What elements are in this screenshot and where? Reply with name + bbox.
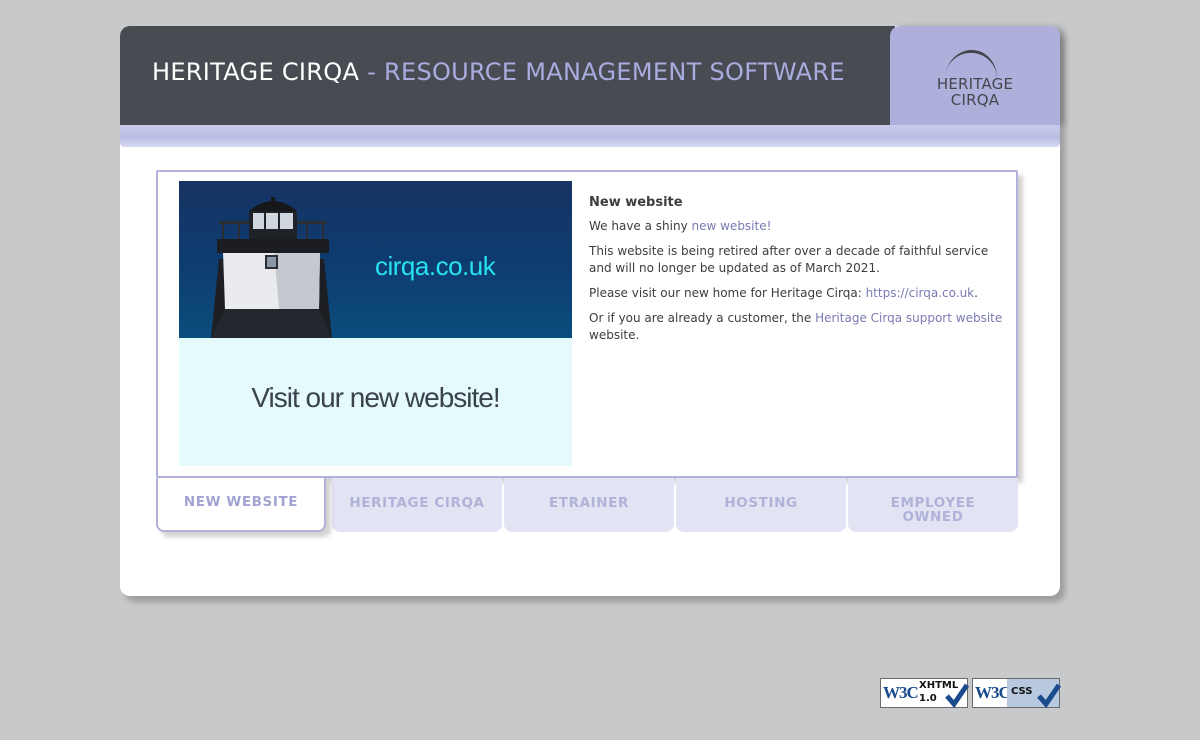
- news-article: New website We have a shiny new website!…: [589, 194, 1009, 352]
- promo-visit-text: Visit our new website!: [251, 382, 500, 413]
- header-stripe: [120, 125, 1060, 147]
- validation-badges: W3C XHTML 1.0 W3C CSS: [880, 678, 1061, 710]
- article-paragraph-1: We have a shiny new website!: [589, 219, 772, 233]
- w3c-xhtml-badge[interactable]: W3C XHTML 1.0: [880, 678, 969, 708]
- main-frame: HERITAGE CIRQA - RESOURCE MANAGEMENT SOF…: [120, 26, 1060, 596]
- tab-label: ETRAINER: [548, 495, 629, 511]
- tab-new-website[interactable]: NEW WEBSITE: [156, 478, 326, 532]
- article-paragraph-2: This website is being retired after over…: [589, 244, 989, 275]
- w3c-css-logo: W3C: [975, 683, 1011, 702]
- logo-line-1: HERITAGE: [936, 75, 1014, 93]
- support-website-link[interactable]: Heritage Cirqa support website: [815, 311, 1002, 325]
- checkmark-icon: [1037, 683, 1061, 708]
- site-title-subtitle: RESOURCE MANAGEMENT SOFTWARE: [384, 58, 845, 86]
- tab-label: HERITAGE CIRQA: [349, 495, 485, 511]
- promo-cta-area: Visit our new website!: [179, 338, 572, 466]
- article-paragraph-3: Please visit our new home for Heritage C…: [589, 286, 978, 300]
- promo-lighthouse-image: cirqa.co.uk: [179, 181, 572, 338]
- logo[interactable]: HERITAGE CIRQA: [890, 26, 1060, 125]
- article-paragraph-4: Or if you are already a customer, the He…: [589, 311, 1003, 342]
- tab-hosting[interactable]: HOSTING: [676, 478, 846, 532]
- xhtml-version: 1.0: [919, 693, 937, 704]
- site-title-main: HERITAGE CIRQA: [152, 58, 360, 86]
- article-heading: New website: [589, 195, 683, 210]
- promo-url-text: cirqa.co.uk: [375, 251, 496, 281]
- tab-heritage-cirqa[interactable]: HERITAGE CIRQA: [332, 478, 502, 532]
- w3c-css-badge[interactable]: W3C CSS: [972, 678, 1061, 708]
- tab-label: NEW WEBSITE: [183, 494, 299, 510]
- cirqa-url-link[interactable]: https://cirqa.co.uk: [866, 286, 975, 300]
- tab-label-line-1: EMPLOYEE: [890, 495, 976, 511]
- tab-employee-owned[interactable]: EMPLOYEE OWNED: [848, 478, 1018, 532]
- logo-text: HERITAGE CIRQA: [890, 76, 1060, 108]
- content-panel: cirqa.co.uk Visit our new website! New w…: [156, 170, 1018, 478]
- tab-label-line-2: OWNED: [902, 509, 964, 525]
- tab-etrainer[interactable]: ETRAINER: [504, 478, 674, 532]
- site-title: HERITAGE CIRQA - RESOURCE MANAGEMENT SOF…: [152, 58, 845, 86]
- css-label: CSS: [1011, 686, 1033, 697]
- new-website-link[interactable]: new website!: [692, 219, 772, 233]
- logo-line-2: CIRQA: [950, 91, 1000, 109]
- tab-label: HOSTING: [724, 495, 798, 511]
- w3c-xhtml-logo: W3C: [883, 683, 919, 702]
- site-title-separator: -: [359, 58, 384, 86]
- header-banner: HERITAGE CIRQA - RESOURCE MANAGEMENT SOF…: [120, 26, 895, 125]
- promo-banner[interactable]: cirqa.co.uk Visit our new website!: [179, 181, 572, 466]
- checkmark-icon: [945, 683, 969, 708]
